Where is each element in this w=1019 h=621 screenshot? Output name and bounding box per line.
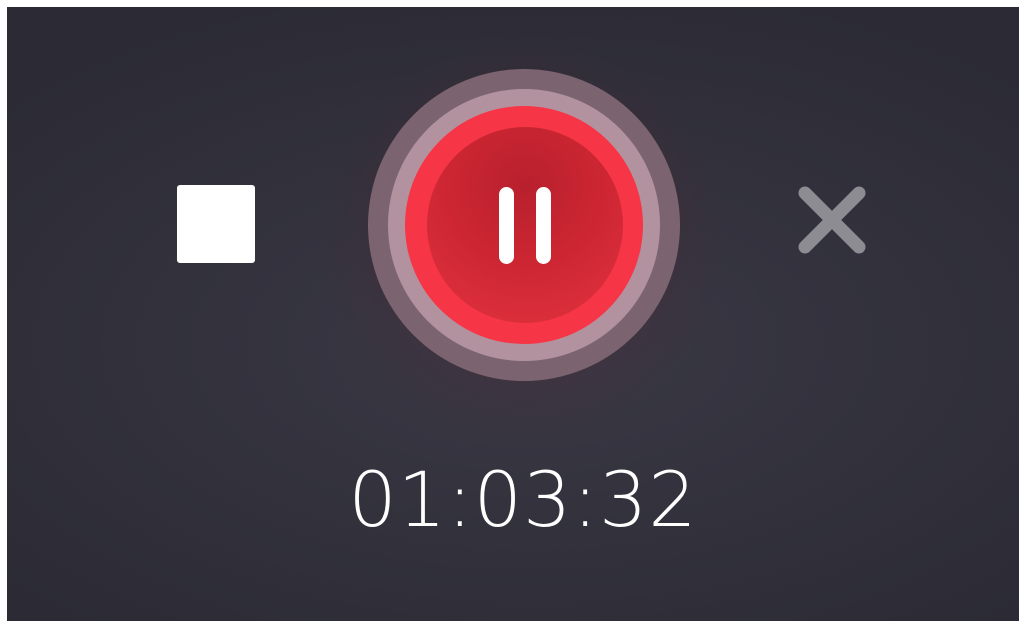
stop-button[interactable] bbox=[157, 165, 275, 283]
recorder-panel: 01:03:32 bbox=[7, 7, 1019, 621]
pause-icon-left-bar bbox=[499, 186, 514, 264]
pause-icon-right-bar bbox=[536, 186, 551, 264]
pause-button[interactable] bbox=[427, 127, 623, 323]
close-button[interactable] bbox=[789, 177, 875, 263]
elapsed-time: 01:03:32 bbox=[348, 455, 698, 544]
close-x-icon bbox=[798, 186, 866, 254]
stop-square-icon bbox=[177, 185, 255, 263]
